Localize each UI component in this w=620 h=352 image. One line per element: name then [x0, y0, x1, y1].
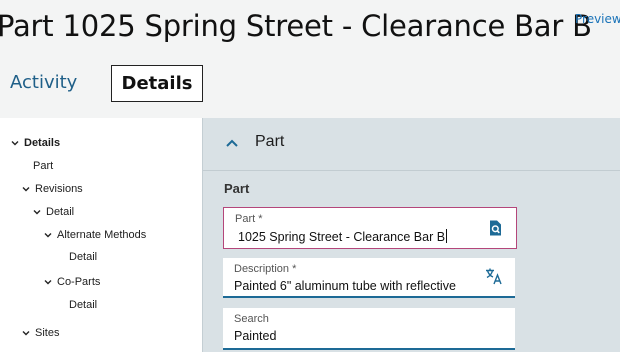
tree-item-label: Alternate Methods: [57, 229, 147, 241]
tree-item-label: Sites: [35, 327, 60, 339]
tree-item-detail[interactable]: Detail: [32, 206, 74, 218]
chevron-down-icon: [44, 280, 52, 285]
search-icon[interactable]: [486, 219, 504, 237]
chevron-up-icon[interactable]: [225, 137, 239, 149]
chevron-down-icon: [22, 187, 30, 192]
tab-bar: Activity Details: [0, 64, 620, 102]
chevron-down-icon: [44, 233, 52, 238]
tree-item-label: Detail: [69, 251, 98, 263]
tree-item-part[interactable]: Part: [33, 160, 53, 172]
tree-item-alternate-methods-detail[interactable]: Detail: [69, 251, 97, 263]
group-title: Part: [224, 181, 250, 196]
tree-item-label: Details: [24, 137, 61, 149]
page-title: Part 1025 Spring Street - Clearance Bar …: [0, 9, 592, 43]
tree-item-revisions[interactable]: Revisions: [21, 183, 83, 195]
part-field-label: Part *: [235, 213, 263, 225]
tab-details[interactable]: Details: [111, 65, 203, 102]
tree-item-co-parts-detail[interactable]: Detail: [69, 299, 97, 311]
tree-item-sites[interactable]: Sites: [21, 327, 59, 339]
tree-item-label: Part: [33, 160, 54, 172]
tree-item-details[interactable]: Details: [10, 137, 60, 149]
description-input[interactable]: Painted 6" aluminum tube with reflective: [234, 279, 479, 293]
description-field-label: Description *: [234, 263, 297, 275]
text-cursor: [446, 229, 448, 243]
description-field[interactable]: Description * Painted 6" aluminum tube w…: [223, 258, 515, 298]
chevron-down-icon: [11, 141, 19, 146]
tree-item-label: Detail: [46, 206, 75, 218]
section-header[interactable]: Part: [203, 118, 620, 171]
tree-item-label: Revisions: [35, 183, 83, 195]
part-input-value: 1025 Spring Street - Clearance Bar B: [238, 230, 446, 244]
preview-link[interactable]: Preview: [575, 12, 620, 26]
tree-item-alternate-methods[interactable]: Alternate Methods: [43, 229, 146, 241]
tree-item-co-parts[interactable]: Co-Parts: [43, 276, 100, 288]
tree-item-label: Detail: [69, 299, 98, 311]
tree-item-label: Co-Parts: [57, 276, 101, 288]
part-input[interactable]: 1025 Spring Street - Clearance Bar B: [238, 229, 483, 244]
tab-activity[interactable]: Activity: [10, 72, 77, 93]
search-input[interactable]: Painted: [234, 329, 479, 343]
search-field[interactable]: Search Painted: [223, 308, 515, 350]
search-field-label: Search: [234, 313, 269, 325]
details-tree: Details Part Revisions Detail Alternate …: [0, 118, 202, 352]
translate-icon[interactable]: [485, 267, 503, 285]
chevron-down-icon: [33, 210, 41, 215]
detail-panel: Part Part Part * 1025 Spring Street - Cl…: [202, 118, 620, 352]
part-field[interactable]: Part * 1025 Spring Street - Clearance Ba…: [223, 207, 517, 249]
section-title: Part: [255, 133, 285, 150]
chevron-down-icon: [22, 331, 30, 336]
